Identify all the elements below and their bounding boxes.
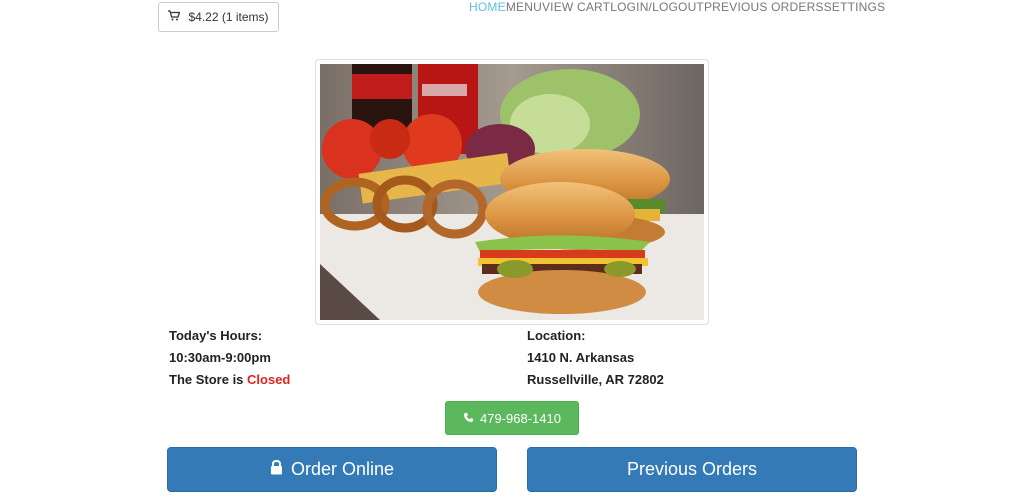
burger-photo	[320, 64, 704, 320]
top-nav: HOME MENU VIEW CART LOGIN/LOGOUT PREVIOU…	[469, 0, 885, 14]
store-status: The Store is Closed	[169, 369, 290, 391]
hours-time: 10:30am-9:00pm	[169, 350, 271, 365]
location-street: 1410 N. Arkansas	[527, 350, 635, 365]
hours-heading: Today's Hours:	[169, 328, 263, 343]
location-city: Russellville, AR 72802	[527, 372, 664, 387]
location-heading: Location:	[527, 328, 586, 343]
order-online-label: Order Online	[290, 459, 395, 479]
nav-menu[interactable]: MENU	[506, 0, 542, 14]
order-online-button[interactable]: Order Online	[167, 447, 497, 492]
store-status-prefix: The Store is	[169, 372, 248, 387]
nav-previous-orders[interactable]: PREVIOUS ORDERS	[704, 0, 824, 14]
nav-settings[interactable]: SETTINGS	[824, 0, 886, 14]
nav-home[interactable]: HOME	[469, 0, 506, 14]
phone-button[interactable]: 479-968-1410	[445, 401, 579, 435]
hours-block: Today's Hours: 10:30am-9:00pm The Store …	[169, 325, 290, 391]
hero-image-frame	[315, 59, 709, 325]
cart-button[interactable]: $4.22 (1 items)	[158, 2, 279, 32]
location-block: Location: 1410 N. Arkansas Russellville,…	[527, 325, 664, 391]
cart-icon	[168, 10, 181, 24]
previous-orders-label: Previous Orders	[626, 459, 758, 479]
closed-label: Closed	[247, 372, 291, 387]
cart-total: $4.22 (1 items)	[188, 10, 269, 24]
nav-login-logout[interactable]: LOGIN/LOGOUT	[610, 0, 704, 14]
phone-icon	[463, 411, 474, 426]
nav-view-cart[interactable]: VIEW CART	[542, 0, 610, 14]
lock-icon	[270, 459, 283, 480]
previous-orders-button[interactable]: Previous Orders	[527, 447, 857, 492]
phone-number: 479-968-1410	[480, 410, 561, 426]
